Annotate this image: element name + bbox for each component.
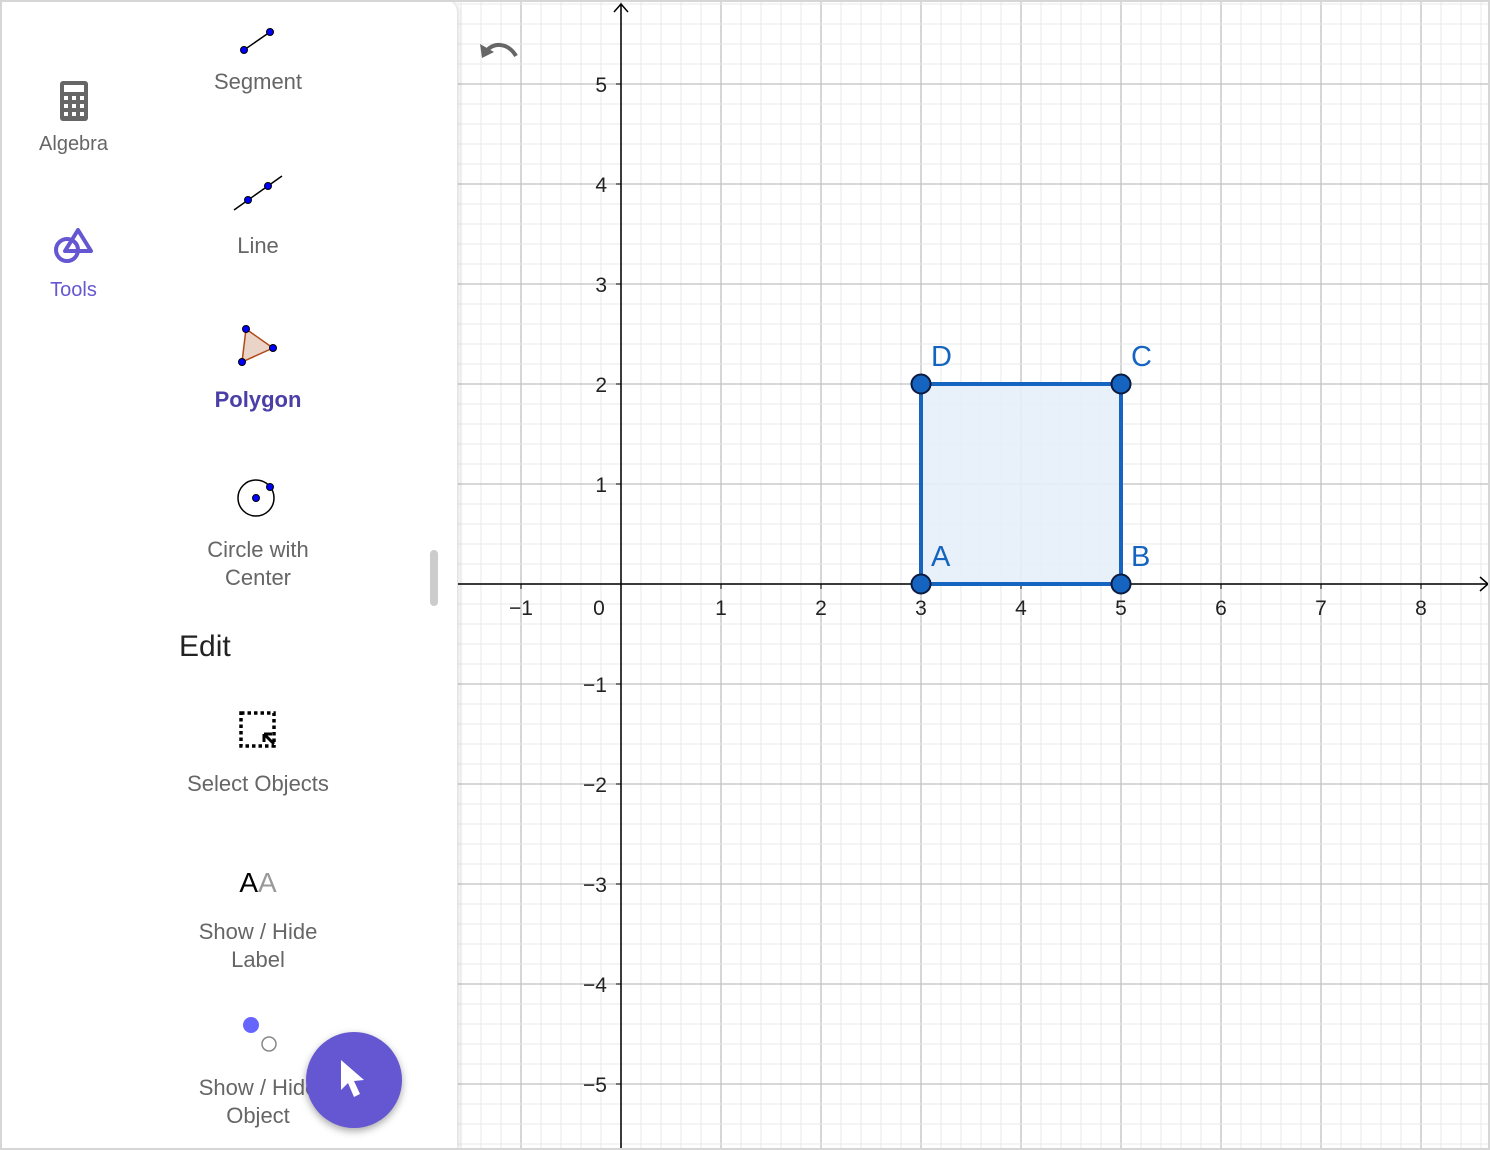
point-label-d: D — [931, 341, 952, 373]
tool-segment[interactable]: Segment — [147, 26, 369, 96]
polygon-abcd — [919, 382, 1123, 586]
tools-icon — [53, 228, 93, 263]
x-tick-label: 1 — [715, 597, 727, 620]
y-tick-label: −2 — [583, 774, 607, 797]
y-tick-label: 1 — [595, 474, 607, 497]
rail-item-algebra[interactable]: Algebra — [0, 80, 147, 156]
y-tick-label: 2 — [595, 374, 607, 397]
rail-label-tools: Tools — [50, 279, 97, 301]
tool-show-hide-label[interactable]: AA Show / Hide Label — [147, 866, 369, 974]
point-d[interactable] — [910, 373, 932, 395]
x-tick-label: 5 — [1115, 597, 1127, 620]
point-label-b: B — [1131, 541, 1150, 573]
point-b[interactable] — [1110, 573, 1132, 595]
tool-label: Polygon — [214, 387, 302, 412]
x-tick-label: 2 — [815, 597, 827, 620]
tools-panel: Segment Line Polygon Circle with Center … — [147, 0, 457, 1150]
y-tick-label: −5 — [583, 1074, 607, 1097]
move-tool-button[interactable] — [306, 1032, 402, 1128]
segment-icon — [240, 28, 274, 54]
x-tick-label: 0 — [593, 597, 605, 620]
x-tick-label: −1 — [509, 597, 533, 620]
point-a[interactable] — [910, 573, 932, 595]
tool-select-objects[interactable]: Select Objects — [147, 710, 369, 798]
rail-item-tools[interactable]: Tools — [0, 226, 147, 302]
y-tick-label: −3 — [583, 874, 607, 897]
tool-polygon[interactable]: Polygon — [147, 322, 369, 414]
y-tick-label: −4 — [583, 974, 607, 997]
y-tick-label: 5 — [595, 74, 607, 97]
tool-label: Select Objects — [187, 771, 329, 796]
calculator-icon — [59, 81, 88, 121]
tool-label: Line — [237, 233, 279, 258]
x-tick-label: 8 — [1415, 597, 1427, 620]
tools-panel-scrollbar[interactable] — [430, 550, 438, 606]
y-tick-label: 4 — [595, 174, 607, 197]
tool-label: Circle with Center — [207, 537, 309, 590]
x-tick-label: 7 — [1315, 597, 1327, 620]
point-label-c: C — [1131, 341, 1152, 373]
show-hide-object-icon — [243, 1017, 277, 1052]
show-hide-label-icon: AA — [239, 867, 277, 898]
rail-label-algebra: Algebra — [39, 133, 108, 155]
circle-with-center-icon — [237, 479, 275, 517]
cursor-arrow-icon — [341, 1060, 364, 1097]
tool-line[interactable]: Line — [147, 174, 369, 260]
select-objects-icon — [239, 711, 276, 748]
y-tick-label: −1 — [583, 674, 607, 697]
tool-circle-with-center[interactable]: Circle with Center — [147, 476, 369, 592]
line-icon — [233, 175, 283, 211]
undo-icon[interactable] — [478, 38, 522, 68]
tool-label: Segment — [213, 69, 303, 94]
y-tick-label: 3 — [595, 274, 607, 297]
point-label-a: A — [931, 541, 951, 573]
section-heading-edit: Edit — [179, 630, 231, 663]
x-tick-label: 6 — [1215, 597, 1227, 620]
side-rail: Algebra Tools — [0, 0, 147, 1150]
x-tick-label: 3 — [915, 597, 927, 620]
x-tick-label: 4 — [1015, 597, 1027, 620]
polygon-icon — [238, 325, 277, 366]
point-c[interactable] — [1110, 373, 1132, 395]
tool-label: Show / Hide Label — [198, 919, 318, 972]
